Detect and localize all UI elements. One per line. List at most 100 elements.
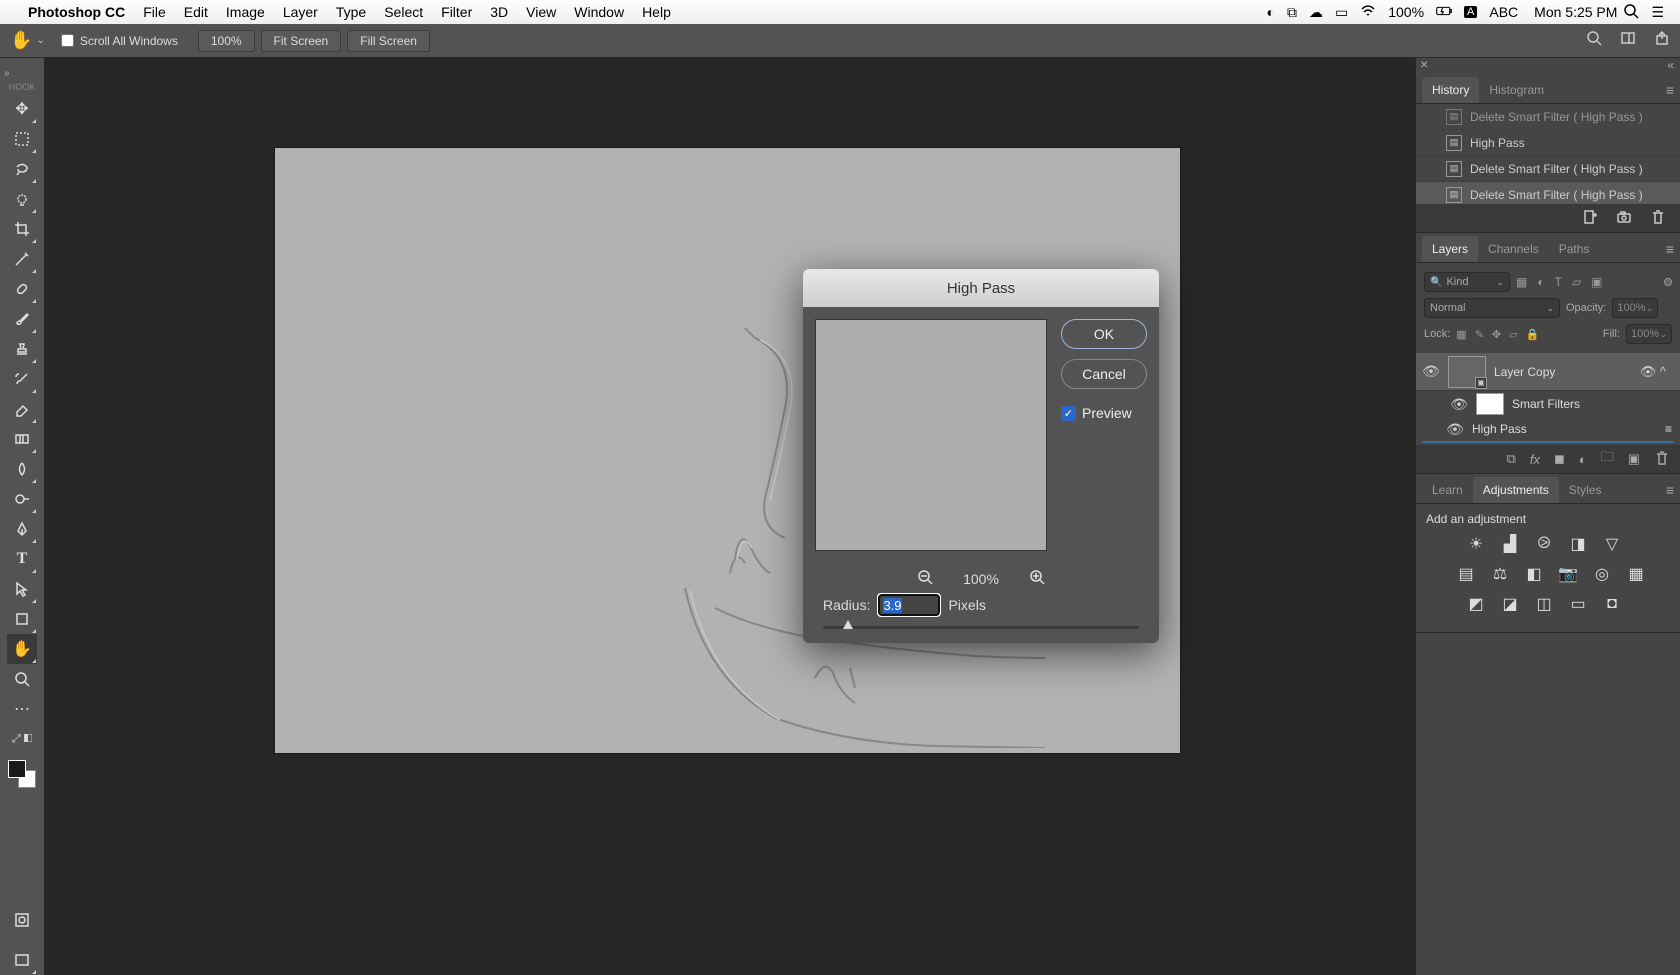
battery-icon[interactable]	[1436, 3, 1452, 22]
filter-visibility-icon[interactable]: 👁	[1450, 396, 1468, 413]
layer-filter-kind[interactable]: 🔍Kind⌄	[1424, 272, 1510, 292]
menu-filter[interactable]: Filter	[441, 4, 472, 20]
ok-button[interactable]: OK	[1061, 319, 1147, 349]
tab-learn[interactable]: Learn	[1422, 477, 1473, 503]
share-icon[interactable]	[1654, 30, 1670, 51]
tool-preset-dropdown[interactable]: ⌄	[36, 35, 44, 46]
channel-mixer-icon[interactable]: ◎	[1592, 564, 1612, 584]
preview-checkbox[interactable]: ✓	[1061, 406, 1076, 421]
layer-visibility-icon[interactable]: 👁	[1422, 363, 1440, 380]
zoom-tool[interactable]	[7, 664, 37, 694]
threshold-icon[interactable]: ◫	[1534, 594, 1554, 614]
toolbox-expand[interactable]: »	[0, 68, 44, 80]
fill-field[interactable]: 100%⌄	[1626, 324, 1672, 344]
history-row[interactable]: ▤Delete Smart Filter ( High Pass )	[1416, 104, 1680, 130]
lock-transparent-icon[interactable]: ▦	[1456, 328, 1466, 341]
filter-shape-icon[interactable]: ▱	[1572, 275, 1581, 289]
gradient-tool[interactable]	[7, 424, 37, 454]
wifi-icon[interactable]	[1360, 3, 1376, 22]
effect-visibility-icon[interactable]: 👁	[1446, 421, 1464, 438]
curves-icon[interactable]: ⧁	[1534, 534, 1554, 554]
opacity-field[interactable]: 100%⌄	[1612, 298, 1658, 318]
exposure-icon[interactable]: ◨	[1568, 534, 1588, 554]
blend-mode-select[interactable]: Normal⌄	[1424, 298, 1560, 318]
menu-select[interactable]: Select	[384, 4, 423, 20]
tab-layers[interactable]: Layers	[1422, 236, 1478, 262]
fit-screen-button[interactable]: Fit Screen	[261, 30, 342, 52]
search-icon[interactable]	[1586, 30, 1602, 51]
input-source-label[interactable]: ABC	[1489, 4, 1518, 20]
lasso-tool[interactable]	[7, 154, 37, 184]
high-pass-filter-row[interactable]: 👁 High Pass ≡	[1416, 417, 1680, 441]
bw-icon[interactable]: ◧	[1524, 564, 1544, 584]
menu-layer[interactable]: Layer	[283, 4, 318, 20]
tab-channels[interactable]: Channels	[1478, 236, 1549, 262]
tab-paths[interactable]: Paths	[1549, 236, 1600, 262]
cc-cloud-icon[interactable]: ☁	[1309, 4, 1323, 21]
history-menu-icon[interactable]: ≡	[1666, 82, 1674, 98]
zoom-level-field[interactable]: 100%	[198, 30, 255, 52]
radius-slider[interactable]	[803, 620, 1159, 643]
filter-mask-thumbnail[interactable]	[1476, 393, 1504, 415]
selective-color-icon[interactable]: ◘	[1602, 594, 1622, 614]
eyedropper-tool[interactable]	[7, 244, 37, 274]
marquee-tool[interactable]	[7, 124, 37, 154]
history-row[interactable]: ▤Delete Smart Filter ( High Pass )	[1416, 182, 1680, 204]
eraser-tool[interactable]	[7, 394, 37, 424]
filter-smart-icon[interactable]: ▣	[1591, 275, 1602, 289]
smart-filters-row[interactable]: 👁 Smart Filters	[1416, 391, 1680, 417]
path-select-tool[interactable]	[7, 574, 37, 604]
tab-styles[interactable]: Styles	[1559, 477, 1612, 503]
hue-sat-icon[interactable]: ▤	[1456, 564, 1476, 584]
lock-position-icon[interactable]: ✥	[1492, 328, 1501, 341]
photo-filter-icon[interactable]: 📷	[1558, 564, 1578, 584]
snapshot-icon[interactable]	[1616, 209, 1632, 228]
link-layers-icon[interactable]: ⧉	[1507, 451, 1516, 467]
menu-3d[interactable]: 3D	[490, 4, 508, 20]
adjustments-menu-icon[interactable]: ≡	[1666, 482, 1674, 498]
quick-mask-tool[interactable]	[7, 905, 37, 935]
zoom-out-icon[interactable]	[917, 569, 933, 588]
layer-mask-icon[interactable]: ◼	[1554, 451, 1565, 467]
input-source-icon[interactable]: A	[1464, 6, 1477, 18]
menu-image[interactable]: Image	[226, 4, 265, 20]
layer-style-icon[interactable]: fx	[1530, 452, 1540, 467]
tab-histogram[interactable]: Histogram	[1479, 77, 1554, 103]
layer-name[interactable]: Layer Copy	[1494, 365, 1555, 379]
brush-tool[interactable]	[7, 304, 37, 334]
crop-tool[interactable]	[7, 214, 37, 244]
current-tool-icon[interactable]: ✋	[10, 30, 32, 51]
color-balance-icon[interactable]: ⚖	[1490, 564, 1510, 584]
shape-tool[interactable]	[7, 604, 37, 634]
invert-icon[interactable]: ◩	[1466, 594, 1486, 614]
delete-layer-icon[interactable]	[1654, 450, 1670, 469]
panel-collapse-icon[interactable]: «	[1667, 58, 1674, 72]
swap-colors-icon[interactable]: ⤢ ◧	[7, 724, 37, 754]
battery-pct[interactable]: 100%	[1388, 4, 1424, 20]
tab-adjustments[interactable]: Adjustments	[1473, 477, 1559, 503]
quick-select-tool[interactable]	[7, 184, 37, 214]
edit-toolbar[interactable]: ⋯	[7, 694, 37, 724]
gradient-map-icon[interactable]: ▭	[1568, 594, 1588, 614]
fill-screen-button[interactable]: Fill Screen	[347, 30, 430, 52]
vibrance-icon[interactable]: ▽	[1602, 534, 1622, 554]
levels-icon[interactable]: ▟	[1500, 534, 1520, 554]
menu-help[interactable]: Help	[642, 4, 671, 20]
dialog-preview-image[interactable]	[815, 319, 1047, 551]
layer-filter-visibility-icon[interactable]: 👁 ^	[1640, 364, 1666, 380]
menu-file[interactable]: File	[143, 4, 166, 20]
adjustment-layer-icon[interactable]: ◐	[1579, 452, 1587, 467]
posterize-icon[interactable]: ◪	[1500, 594, 1520, 614]
workspace-icon[interactable]	[1620, 30, 1636, 51]
layer-thumbnail[interactable]: ▣	[1448, 356, 1486, 388]
stamp-tool[interactable]	[7, 334, 37, 364]
slider-handle-icon[interactable]	[843, 620, 853, 629]
dropbox-icon[interactable]: ⧉	[1287, 4, 1297, 21]
history-brush-tool[interactable]	[7, 364, 37, 394]
menubar-clock[interactable]: Mon 5:25 PM	[1534, 4, 1617, 20]
filter-blend-options-icon[interactable]: ≡	[1665, 422, 1672, 436]
move-tool[interactable]: ✥	[7, 94, 37, 124]
status-app-icon[interactable]: ◐	[1267, 4, 1275, 20]
group-icon[interactable]: 🗀	[1601, 448, 1614, 470]
color-swatch[interactable]	[8, 760, 36, 788]
